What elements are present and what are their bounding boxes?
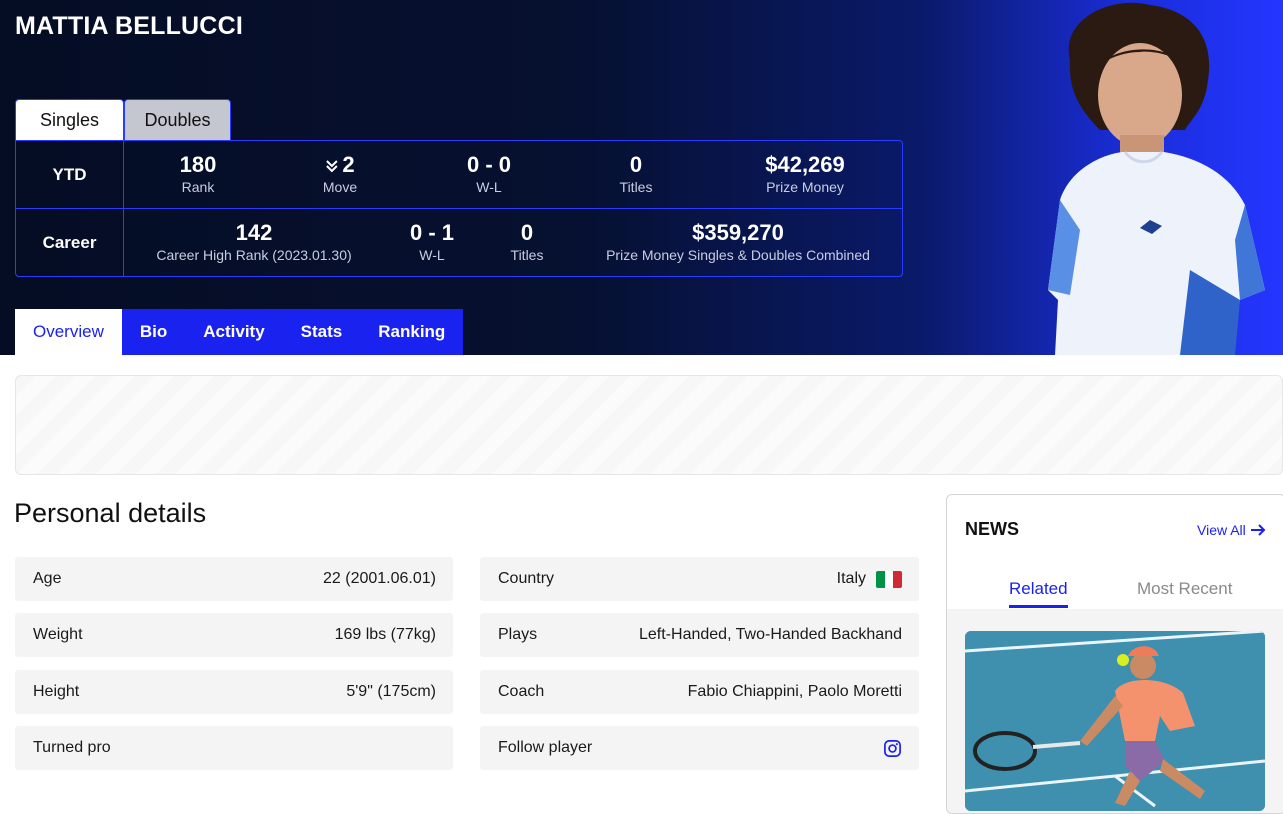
weight-value: 169 lbs (77kg) xyxy=(334,626,436,643)
player-hero: MATTIA BELLUCCI Singles Doubles YTD 180 … xyxy=(0,0,1283,355)
ytd-rank: 180 Rank xyxy=(179,152,217,195)
turned-pro-label: Turned pro xyxy=(33,739,111,756)
tab-overview[interactable]: Overview xyxy=(15,309,122,355)
follow-player-cell: Follow player xyxy=(480,726,919,770)
plays-value: Left-Handed, Two-Handed Backhand xyxy=(639,626,902,643)
profile-nav: Overview Bio Activity Stats Ranking xyxy=(15,309,464,355)
weight-label: Weight xyxy=(33,626,83,643)
career-titles: 0 Titles xyxy=(510,220,544,263)
ytd-label: YTD xyxy=(16,141,124,208)
career-label: Career xyxy=(16,209,124,277)
turned-pro-cell: Turned pro xyxy=(15,726,453,770)
coach-value: Fabio Chiappini, Paolo Moretti xyxy=(687,683,902,700)
news-panel: NEWS View All Related Most Recent xyxy=(946,494,1283,814)
tab-activity[interactable]: Activity xyxy=(185,309,282,355)
plays-cell: Plays Left-Handed, Two-Handed Backhand xyxy=(480,613,919,657)
tab-related[interactable]: Related xyxy=(1009,579,1068,608)
tab-most-recent[interactable]: Most Recent xyxy=(1137,579,1232,599)
arrow-right-icon xyxy=(1250,524,1266,536)
height-value: 5'9" (175cm) xyxy=(346,683,436,700)
tab-bio[interactable]: Bio xyxy=(122,309,185,355)
ytd-titles: 0 Titles xyxy=(619,152,653,195)
ytd-wl: 0 - 0 W-L xyxy=(466,152,512,195)
weight-cell: Weight 169 lbs (77kg) xyxy=(15,613,453,657)
ad-placeholder xyxy=(15,375,1283,475)
tab-ranking[interactable]: Ranking xyxy=(360,309,463,355)
age-label: Age xyxy=(33,570,62,587)
news-tabs: Related Most Recent xyxy=(947,573,1283,609)
follow-player-label: Follow player xyxy=(498,739,593,756)
plays-label: Plays xyxy=(498,626,538,643)
double-chevron-down-icon xyxy=(326,160,339,173)
height-label: Height xyxy=(33,683,80,700)
instagram-icon[interactable] xyxy=(883,739,902,758)
ytd-move: 2 Move xyxy=(322,152,358,195)
italy-flag-icon xyxy=(876,570,902,588)
height-cell: Height 5'9" (175cm) xyxy=(15,670,453,714)
news-article-image[interactable] xyxy=(965,631,1265,811)
tab-doubles[interactable]: Doubles xyxy=(124,99,231,141)
tab-singles[interactable]: Singles xyxy=(15,99,124,141)
career-prize-money: $359,270 Prize Money Singles & Doubles C… xyxy=(606,220,870,263)
player-portrait xyxy=(1048,2,1265,355)
view-all-link[interactable]: View All xyxy=(1197,522,1266,538)
ytd-row: YTD 180 Rank 2 Move 0 - 0 W-L 0 Titles $… xyxy=(16,141,902,209)
country-cell: Country Italy xyxy=(480,557,919,601)
news-title: NEWS xyxy=(965,519,1019,539)
personal-details-title: Personal details xyxy=(14,498,207,528)
stats-table: YTD 180 Rank 2 Move 0 - 0 W-L 0 Titles $… xyxy=(15,140,903,277)
news-list xyxy=(947,609,1283,813)
age-value: 22 (2001.06.01) xyxy=(323,570,436,587)
coach-cell: Coach Fabio Chiappini, Paolo Moretti xyxy=(480,670,919,714)
country-value: Italy xyxy=(836,570,866,587)
career-high-rank: 142 Career High Rank (2023.01.30) xyxy=(156,220,352,263)
country-label: Country xyxy=(498,570,555,587)
player-name: MATTIA BELLUCCI xyxy=(15,12,243,40)
career-row: Career 142 Career High Rank (2023.01.30)… xyxy=(16,209,902,277)
singles-doubles-tabs: Singles Doubles xyxy=(15,99,231,141)
ytd-prize-money: $42,269 Prize Money xyxy=(765,152,845,195)
age-cell: Age 22 (2001.06.01) xyxy=(15,557,453,601)
coach-label: Coach xyxy=(498,683,545,700)
career-wl: 0 - 1 W-L xyxy=(409,220,455,263)
tab-stats[interactable]: Stats xyxy=(283,309,361,355)
